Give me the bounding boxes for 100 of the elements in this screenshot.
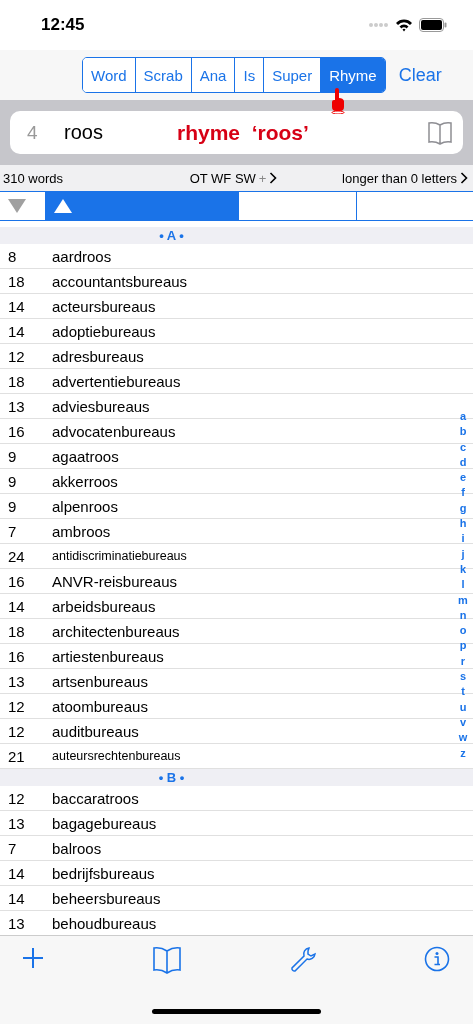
book-icon[interactable] <box>152 946 182 974</box>
mode-tab[interactable]: Super <box>264 58 322 92</box>
mode-tab[interactable]: Is <box>235 58 265 92</box>
word-length: 7 <box>7 839 18 857</box>
word-item[interactable]: ambroos <box>52 522 111 540</box>
word-length: 14 <box>7 322 26 340</box>
search-value: roos <box>64 121 104 144</box>
word-length: 13 <box>7 672 26 690</box>
word-item[interactable]: bagagebureaus <box>52 814 157 832</box>
word-item[interactable]: artsenbureaus <box>52 672 148 690</box>
index-letter[interactable]: t <box>461 684 465 700</box>
word-item[interactable]: architectenbureaus <box>52 622 180 640</box>
index-letter[interactable]: b <box>459 424 467 440</box>
word-item[interactable]: auditbureaus <box>52 722 139 740</box>
word-length: 24 <box>7 547 26 565</box>
index-letter[interactable]: z <box>460 745 466 761</box>
word-item[interactable]: arbeidsbureaus <box>52 597 156 615</box>
index-letter[interactable]: p <box>459 638 467 654</box>
down-triangle-icon <box>8 199 26 213</box>
index-letter[interactable]: j <box>461 546 465 562</box>
word-length: 12 <box>7 697 26 715</box>
word-item[interactable]: agaatroos <box>52 447 119 465</box>
word-length: 12 <box>7 789 26 807</box>
signal-icon <box>369 22 389 28</box>
index-letter[interactable]: e <box>459 470 467 486</box>
word-item[interactable]: behoudbureaus <box>52 914 157 932</box>
length-filter-button[interactable]: longer than 0 letters <box>342 170 468 186</box>
word-length: 14 <box>7 864 26 882</box>
index-letter[interactable]: n <box>459 607 467 624</box>
word-item[interactable]: ANVR-reisbureaus <box>52 572 178 590</box>
word-length: 9 <box>7 497 18 515</box>
word-item[interactable]: acteursbureaus <box>52 297 156 315</box>
word-item[interactable]: adresbureaus <box>52 347 144 365</box>
word-item[interactable]: adviesbureaus <box>52 397 150 415</box>
sort-tab[interactable] <box>45 192 238 220</box>
up-triangle-icon <box>54 199 72 213</box>
word-item[interactable]: balroos <box>52 839 102 857</box>
add-icon[interactable] <box>21 946 45 970</box>
word-length: 14 <box>7 297 26 315</box>
word-length: 12 <box>7 347 26 365</box>
index-letter[interactable]: m <box>458 592 468 608</box>
word-item[interactable]: baccaratroos <box>52 789 139 807</box>
index-letter[interactable]: s <box>459 669 467 685</box>
word-length: 18 <box>7 622 26 640</box>
wifi-icon <box>395 18 413 32</box>
section-header: • A • <box>0 227 473 244</box>
index-letter[interactable]: o <box>459 623 467 639</box>
word-length: 16 <box>7 647 26 665</box>
search-field[interactable]: 4 roos rhyme ‘roos’ <box>10 111 463 154</box>
word-length: 9 <box>7 472 18 490</box>
index-letter[interactable]: w <box>458 730 468 746</box>
search-mode-label: rhyme ‘roos’ <box>177 120 310 145</box>
word-item[interactable]: auteursrechtenbureaus <box>52 749 181 763</box>
filter-button[interactable]: OT WF SW + <box>189 170 278 186</box>
word-item[interactable]: adoptiebureaus <box>52 322 156 340</box>
index-letter[interactable]: f <box>461 485 465 501</box>
mode-tab[interactable]: Ana <box>191 58 236 92</box>
word-item[interactable]: aardroos <box>52 247 112 265</box>
index-letter[interactable]: k <box>459 561 467 578</box>
mode-tab[interactable]: Rhyme <box>321 58 385 92</box>
mode-tab[interactable]: Word <box>83 58 136 92</box>
word-length: 8 <box>7 247 18 265</box>
word-length: 16 <box>7 572 26 590</box>
index-letter[interactable]: u <box>459 699 467 715</box>
word-item[interactable]: advertentiebureaus <box>52 372 181 390</box>
index-letter[interactable]: l <box>461 577 465 593</box>
word-item[interactable]: advocatenbureaus <box>52 422 176 440</box>
word-length: 14 <box>7 889 26 907</box>
index-letter[interactable]: c <box>459 439 467 455</box>
word-item[interactable]: accountantsbureaus <box>52 272 188 290</box>
word-item[interactable]: beheersbureaus <box>52 889 161 907</box>
index-letter[interactable]: r <box>460 653 466 670</box>
wrench-icon[interactable] <box>289 946 317 974</box>
word-length: 7 <box>7 522 18 540</box>
index-letter[interactable]: i <box>461 531 465 547</box>
index-letter[interactable]: d <box>459 454 467 471</box>
word-length: 18 <box>7 372 26 390</box>
section-header: • B • <box>0 769 473 786</box>
index-letter[interactable]: a <box>459 409 467 425</box>
word-item[interactable]: akkerroos <box>52 472 118 490</box>
index-letter[interactable]: v <box>459 714 467 731</box>
word-length: 21 <box>7 747 26 765</box>
word-length: 13 <box>7 914 26 932</box>
word-item[interactable]: artiestenbureaus <box>52 647 164 665</box>
info-icon[interactable] <box>424 946 450 972</box>
word-length: 9 <box>7 447 18 465</box>
battery-icon <box>419 18 447 32</box>
book-icon[interactable] <box>427 120 453 145</box>
word-item[interactable]: alpenroos <box>52 497 118 515</box>
index-letter[interactable]: h <box>459 516 467 532</box>
word-length: 13 <box>7 397 26 415</box>
word-item[interactable]: antidiscriminatiebureaus <box>52 549 187 563</box>
word-item[interactable]: bedrijfsbureaus <box>52 864 155 882</box>
clear-button[interactable]: Clear <box>398 64 442 86</box>
mode-tab[interactable]: Scrab <box>135 58 192 92</box>
index-letter[interactable]: g <box>459 500 467 517</box>
word-length: 12 <box>7 722 26 740</box>
letter-count: 4 <box>27 121 39 144</box>
word-item[interactable]: atoombureaus <box>52 697 148 715</box>
status-time: 12:45 <box>41 15 85 35</box>
